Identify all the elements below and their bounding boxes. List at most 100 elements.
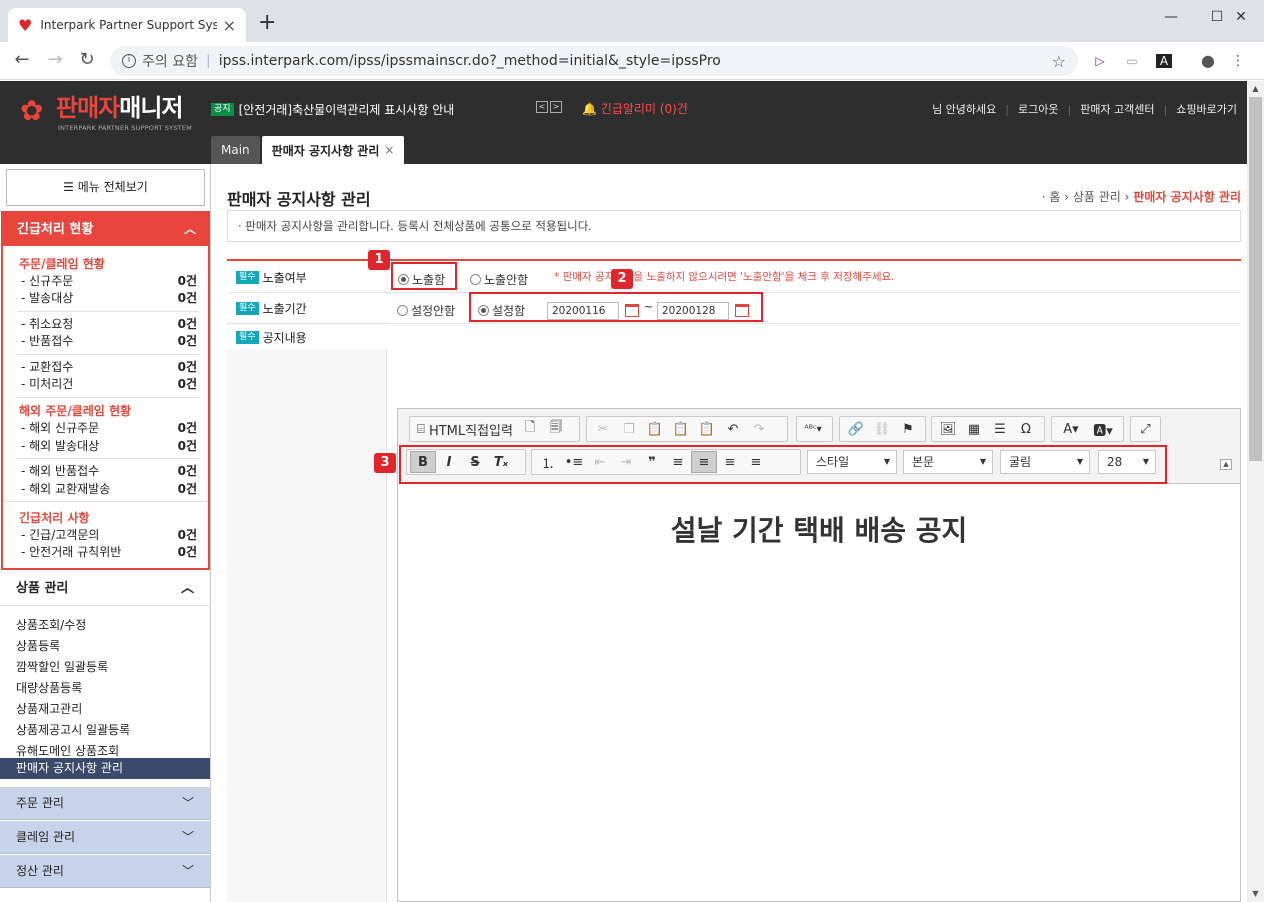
maximize-icon[interactable]: ⤢ [1134,418,1157,440]
security-label: 주의 요함 [142,54,198,70]
sidebar-item-claim[interactable]: 클레임 관리 ﹀ [0,821,210,854]
group-title: 해외 주문/클레임 현황 [19,404,132,418]
period-off-radio[interactable]: 설정안함 [397,302,455,319]
next-notice-icon[interactable]: > [550,101,562,113]
logo-subtitle: INTERPARK PARTNER SUPPORT SYSTEM [58,124,192,132]
logout-link[interactable]: 로그아웃 [1018,101,1058,117]
sidebar-item-seller-notice[interactable]: 판매자 공지사항 관리 [0,758,210,779]
status-row[interactable]: - 신규주문 0건 [21,273,197,289]
sidebar-item-bulk-register[interactable]: 대량상품등록 [16,679,82,697]
logo[interactable]: ✿ 판매자매니저 INTERPARK PARTNER SUPPORT SYSTE… [20,94,200,134]
status-row[interactable]: - 취소요청 0건 [21,316,197,332]
vertical-scrollbar[interactable]: ▲ ▼ [1247,81,1264,902]
forward-arrow-icon[interactable]: → [43,50,67,70]
copy-icon[interactable]: ❐ [616,418,642,440]
info-icon[interactable]: i [122,54,136,68]
status-row[interactable]: - 해외 교환재발송 0건 [21,481,197,497]
undo-icon[interactable]: ↶ [720,418,746,440]
menu-all-button[interactable]: ☰ 메뉴 전체보기 [6,169,205,206]
url-text[interactable]: ipss.interpark.com/ipss/ipssmainscr.do?_… [219,53,1052,69]
close-window-button[interactable]: ✕ [1218,4,1264,30]
sidebar-item-flash-discount[interactable]: 깜짝할인 일괄등록 [16,658,108,676]
sidebar-item-stock[interactable]: 상품재고관리 [16,700,82,718]
urgent-alert[interactable]: 🔔 긴급알리미 (0)건 [582,100,688,117]
editor-body-text[interactable]: 설날 기간 택배 배송 공지 [398,509,1240,549]
breadcrumb: · 홈 › 상품 관리 › 판매자 공지사항 관리 [1041,190,1241,204]
scroll-thumb[interactable] [1249,97,1262,461]
preview-icon[interactable]: 🗐 [543,418,569,440]
omnibox-divider: | [205,53,211,69]
status-row[interactable]: - 해외 반품접수 0건 [21,463,197,479]
status-row[interactable]: - 미처리건 0건 [21,376,197,392]
paste-word-icon[interactable]: 📋 [694,418,720,440]
sidebar-item-order[interactable]: 주문 관리 ﹀ [0,787,210,820]
sidebar-item-product-search[interactable]: 상품조회/수정 [16,616,86,634]
shopping-link[interactable]: 쇼핑바로가기 [1176,101,1237,117]
paste-text-icon[interactable]: 📋 [668,418,694,440]
status-row[interactable]: - 발송대상 0건 [21,290,197,306]
address-bar[interactable]: i 주의 요함 | ipss.interpark.com/ipss/ipssma… [110,46,1078,76]
cursor-extension-icon[interactable]: ▷ [1092,54,1108,68]
close-icon[interactable]: × [384,143,394,157]
highlight-box-3 [399,445,1167,484]
horizontal-line-icon[interactable]: ☰ [987,418,1013,440]
sidebar: ☰ 메뉴 전체보기 긴급처리 현황 ︿ 주문/클레임 현황 - 신규주문 0건 - … [0,164,211,902]
label-content: 필수 공지내용 [227,325,387,349]
close-tab-icon[interactable]: × [223,16,236,35]
browser-window: ♥ Interpark Partner Support System × + —… [0,0,1264,902]
label-column [227,261,387,902]
chevron-down-icon: ﹀ [181,830,194,844]
font-extension-icon[interactable]: A [1156,54,1172,68]
redo-icon[interactable]: ↷ [746,418,772,440]
product-menu-header[interactable]: 상품 관리 ︿ [0,572,210,606]
seller-center-link[interactable]: 판매자 고객센터 [1080,101,1154,117]
new-page-icon[interactable]: 🗋 [517,418,543,440]
status-row[interactable]: - 반품접수 0건 [21,333,197,349]
unlink-icon[interactable]: ⛓ [869,418,895,440]
sidebar-item-product-notice[interactable]: 상품제공고시 일괄등록 [16,721,130,739]
prev-notice-icon[interactable]: < [536,101,548,113]
tab-main[interactable]: Main [211,136,260,164]
urgent-header[interactable]: 긴급처리 현황 ︿ [3,213,208,246]
expose-off-radio[interactable]: 노출안함 [470,271,528,288]
minimize-button[interactable]: — [1148,4,1194,30]
profile-icon[interactable]: ● [1200,53,1216,69]
special-char-icon[interactable]: Ω [1013,418,1039,440]
link-icon[interactable]: 🔗 [843,418,869,440]
back-arrow-icon[interactable]: ← [10,50,34,70]
notice-nav: < > [536,101,562,113]
bg-color-icon[interactable]: 🅰▾ [1087,418,1119,440]
status-row[interactable]: - 긴급/고객문의 0건 [21,527,197,543]
sidebar-item-product-register[interactable]: 상품등록 [16,637,60,655]
cast-extension-icon[interactable]: ▭ [1124,54,1140,68]
scroll-down-icon[interactable]: ▼ [1247,886,1264,902]
image-icon[interactable]: 🖼 [935,418,961,440]
notice-text[interactable]: [안전거래]축산물이력관리제 표시사항 안내 [239,101,455,118]
sidebar-item-settlement[interactable]: 정산 관리 ﹀ [0,855,210,888]
step-badge-3: 3 [374,453,396,473]
star-icon[interactable]: ☆ [1052,52,1066,71]
chevron-up-icon[interactable]: ︿ [184,213,196,246]
highlight-box-1 [391,262,457,290]
html-edit-button[interactable]: ⌸ HTML직접입력 [413,418,517,440]
notice-ticker[interactable]: 공지 [안전거래]축산물이력관리제 표시사항 안내 [211,101,454,118]
chevron-up-icon[interactable]: ︿ [181,572,194,606]
table-icon[interactable]: ▦ [961,418,987,440]
more-menu-icon[interactable]: ⋮ [1230,54,1246,68]
status-row[interactable]: - 교환접수 0건 [21,359,197,375]
text-color-icon[interactable]: A▾ [1055,418,1087,440]
anchor-flag-icon[interactable]: ⚑ [895,418,921,440]
tab-seller-notice[interactable]: 판매자 공지사항 관리 × [261,136,405,164]
reload-icon[interactable]: ↻ [75,50,99,70]
paste-icon[interactable]: 📋 [642,418,668,440]
browser-tab[interactable]: ♥ Interpark Partner Support System × [8,8,246,42]
new-tab-button[interactable]: + [258,12,276,34]
spellcheck-icon[interactable]: ᴬᴮᶜ▾ [800,418,826,440]
logo-text: 판매자매니저 [56,94,184,122]
collapse-toolbar-icon[interactable]: ▲ [1220,459,1232,470]
cut-icon[interactable]: ✂ [590,418,616,440]
scroll-up-icon[interactable]: ▲ [1247,81,1264,97]
status-row[interactable]: - 안전거래 규칙위반 0건 [21,544,197,560]
status-row[interactable]: - 해외 발송대상 0건 [21,438,197,454]
status-row[interactable]: - 해외 신규주문 0건 [21,420,197,436]
